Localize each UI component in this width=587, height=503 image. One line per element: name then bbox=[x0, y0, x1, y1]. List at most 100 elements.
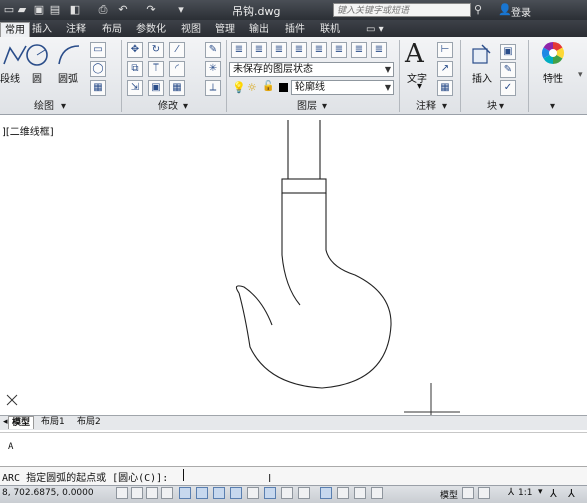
rectangle-icon[interactable]: ▭ bbox=[90, 42, 106, 58]
layers-panel-title[interactable]: 图层 bbox=[297, 100, 317, 113]
table-icon[interactable]: ▦ bbox=[437, 80, 453, 96]
stretch-icon[interactable]: ⇲ bbox=[127, 80, 143, 96]
layer-lock-icon[interactable]: ≣ bbox=[351, 42, 367, 58]
layers-panel-expand-icon[interactable]: ▾ bbox=[322, 100, 327, 113]
annotation-panel-title[interactable]: 注释 bbox=[416, 100, 436, 113]
explode-icon[interactable]: ✳ bbox=[205, 61, 221, 77]
tab-home[interactable]: 常用 bbox=[0, 22, 30, 37]
copy-icon[interactable]: ⧉ bbox=[127, 61, 143, 77]
array-icon[interactable]: ▦ bbox=[169, 80, 185, 96]
edit-block-icon[interactable]: ✎ bbox=[500, 62, 516, 78]
layer-off-icon[interactable]: ≣ bbox=[331, 42, 347, 58]
layer-match-icon[interactable]: ≣ bbox=[371, 42, 387, 58]
object-snap-toggle-icon[interactable] bbox=[196, 487, 208, 499]
infer-constraints-toggle-icon[interactable] bbox=[116, 487, 128, 499]
grid-display-toggle-icon[interactable] bbox=[146, 487, 158, 499]
login-link[interactable]: 登录 bbox=[511, 4, 531, 19]
draw-panel-title[interactable]: 绘图 bbox=[34, 100, 54, 113]
new-file-icon[interactable]: ▭ bbox=[2, 3, 16, 16]
draw-panel-expand-icon[interactable]: ▾ bbox=[61, 100, 66, 113]
modify-panel-expand-icon[interactable]: ▾ bbox=[183, 100, 188, 113]
properties-color-wheel-icon[interactable] bbox=[540, 40, 566, 66]
fillet-icon[interactable]: ◜ bbox=[169, 61, 185, 77]
auto-scale-icon[interactable]: ⅄ bbox=[568, 487, 575, 500]
tab-layout2[interactable]: 布局2 bbox=[74, 416, 104, 428]
ribbon-options-icon[interactable]: ▭ ▾ bbox=[362, 22, 388, 37]
tab-insert[interactable]: 插入 bbox=[28, 22, 56, 37]
undo-icon[interactable]: ↶ bbox=[116, 3, 130, 16]
ortho-mode-toggle-icon[interactable] bbox=[161, 487, 173, 499]
current-layer-dropdown[interactable]: 轮廓线 ▼ bbox=[291, 80, 394, 95]
tab-annotate[interactable]: 注释 bbox=[62, 22, 90, 37]
annotation-scale-value[interactable]: 1:1 bbox=[518, 488, 532, 498]
modify-panel-title[interactable]: 修改 bbox=[158, 100, 178, 113]
3d-object-snap-toggle-icon[interactable] bbox=[213, 487, 225, 499]
layer-freeze-icon[interactable]: ≣ bbox=[311, 42, 327, 58]
dimension-icon[interactable]: ⊢ bbox=[437, 42, 453, 58]
circle-icon[interactable] bbox=[24, 42, 50, 68]
command-prompt[interactable]: ARC 指定圆弧的起点或 [圆心(C)]: bbox=[2, 469, 168, 484]
mirror-icon[interactable]: ⟙ bbox=[148, 61, 164, 77]
tab-output[interactable]: 输出 bbox=[245, 22, 273, 37]
binoculars-icon[interactable]: ⚲ bbox=[474, 3, 486, 16]
tab-plugins[interactable]: 插件 bbox=[281, 22, 309, 37]
save-icon[interactable]: ▣ bbox=[32, 3, 46, 16]
open-file-icon[interactable]: ▰ bbox=[15, 3, 29, 16]
lock-icon[interactable]: 🔓 bbox=[262, 81, 274, 92]
selection-cycling-toggle-icon[interactable] bbox=[337, 487, 349, 499]
create-block-icon[interactable]: ▣ bbox=[500, 44, 516, 60]
search-input[interactable]: 键入关键字或短语 bbox=[333, 3, 471, 17]
block-panel-expand-icon[interactable]: ▾ bbox=[499, 100, 504, 113]
layer-state-icon[interactable]: ≣ bbox=[251, 42, 267, 58]
hatch-icon[interactable]: ▦ bbox=[90, 80, 106, 96]
lightbulb-icon[interactable]: 💡 bbox=[232, 81, 246, 94]
save-as-icon[interactable]: ▤ bbox=[48, 3, 62, 16]
properties-panel-expand-icon[interactable]: ▾ bbox=[550, 100, 555, 113]
tab-manage[interactable]: 管理 bbox=[211, 22, 239, 37]
quick-view-drawings-icon[interactable] bbox=[478, 487, 490, 499]
tab-layout[interactable]: 布局 bbox=[98, 22, 126, 37]
object-snap-tracking-toggle-icon[interactable] bbox=[230, 487, 242, 499]
user-icon[interactable]: 👤 bbox=[498, 3, 512, 16]
scale-icon[interactable]: ▣ bbox=[148, 80, 164, 96]
tab-model[interactable]: 模型 bbox=[8, 416, 35, 429]
annotation-monitor-toggle-icon[interactable] bbox=[354, 487, 366, 499]
leader-icon[interactable]: ↗ bbox=[437, 61, 453, 77]
offset-icon[interactable]: ⟂ bbox=[205, 80, 221, 96]
lineweight-toggle-icon[interactable] bbox=[281, 487, 293, 499]
text-icon[interactable]: A bbox=[405, 39, 424, 69]
tab-view[interactable]: 视图 bbox=[177, 22, 205, 37]
quick-properties-toggle-icon[interactable] bbox=[320, 487, 332, 499]
insert-block-icon[interactable] bbox=[470, 43, 494, 67]
quick-view-layouts-icon[interactable] bbox=[462, 487, 474, 499]
layer-state-dropdown[interactable]: 未保存的图层状态 ▼ bbox=[229, 62, 394, 77]
move-icon[interactable]: ✥ bbox=[127, 42, 143, 58]
redo-icon[interactable]: ↷ bbox=[144, 3, 158, 16]
layer-properties-icon[interactable]: ≣ bbox=[231, 42, 247, 58]
block-panel-title[interactable]: 块 bbox=[487, 100, 497, 113]
erase-icon[interactable]: ✎ bbox=[205, 42, 221, 58]
rotate-icon[interactable]: ↻ bbox=[148, 42, 164, 58]
sun-icon[interactable]: ☼ bbox=[247, 81, 257, 94]
text-dropdown-icon[interactable]: ▾ bbox=[417, 81, 422, 92]
properties-dropdown-icon[interactable]: ▾ bbox=[578, 70, 583, 80]
snap-mode-toggle-icon[interactable] bbox=[131, 487, 143, 499]
print-icon[interactable]: ⎙ bbox=[96, 3, 110, 16]
dynamic-input-toggle-icon[interactable] bbox=[264, 487, 276, 499]
annotation-scale-icon[interactable]: ⅄ bbox=[508, 487, 514, 498]
tab-layout1[interactable]: 布局1 bbox=[38, 416, 68, 428]
workspace-dropdown-icon[interactable]: ▾ bbox=[174, 3, 188, 16]
arc-icon[interactable] bbox=[56, 42, 82, 68]
annotation-visibility-icon[interactable]: ⅄ bbox=[550, 487, 557, 500]
tab-parametric[interactable]: 参数化 bbox=[132, 22, 170, 37]
block-attributes-icon[interactable]: ✓ bbox=[500, 80, 516, 96]
layer-unisolate-icon[interactable]: ≣ bbox=[291, 42, 307, 58]
coordinate-readout[interactable]: 8, 702.6875, 0.0000 bbox=[2, 488, 94, 498]
annotation-panel-expand-icon[interactable]: ▾ bbox=[442, 100, 447, 113]
model-space-label[interactable]: 模型 bbox=[440, 488, 458, 501]
transparency-toggle-icon[interactable] bbox=[298, 487, 310, 499]
ucs-icon-toggle[interactable] bbox=[371, 487, 383, 499]
layer-isolate-icon[interactable]: ≣ bbox=[271, 42, 287, 58]
allow-ucs-toggle-icon[interactable] bbox=[247, 487, 259, 499]
chevron-down-icon[interactable]: ▾ bbox=[538, 487, 543, 497]
